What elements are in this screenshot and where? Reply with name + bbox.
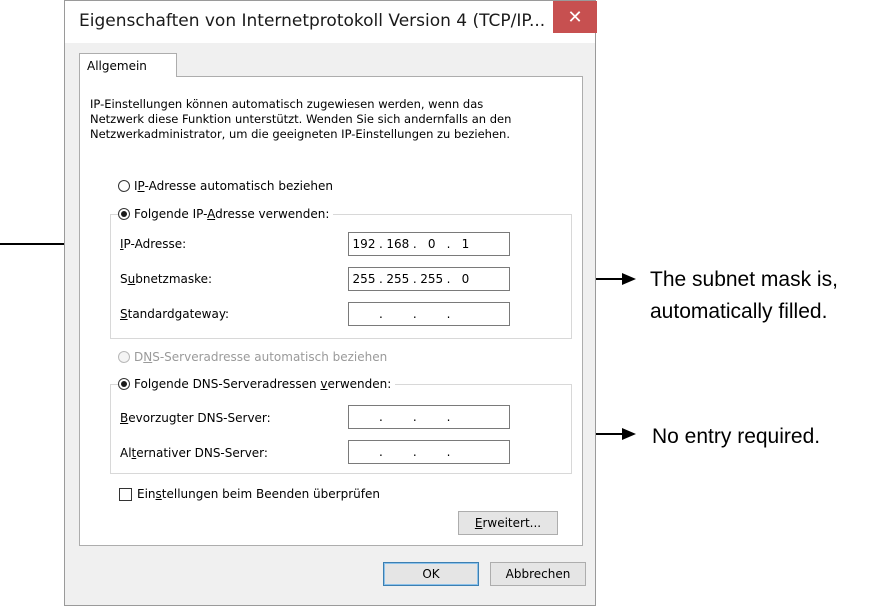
description-line: IP-Einstellungen können automatisch zuge… <box>90 97 484 111</box>
close-icon: ✕ <box>567 6 583 28</box>
alternate-dns-label: Alternativer DNS-Server: <box>120 446 268 460</box>
validate-on-exit-checkbox-row[interactable]: Einstellungen beim Beenden überprüfen <box>119 487 380 501</box>
radio-dns-automatic[interactable]: DNS-Serveradresse automatisch beziehen <box>118 350 392 364</box>
default-gateway-input[interactable]: . . . <box>348 302 510 326</box>
radio-dns-automatic-label: DNS-Serveradresse automatisch beziehen <box>134 350 388 364</box>
description-line: Netzwerk diese Funktion unterstützt. Wen… <box>90 112 512 126</box>
radio-ip-manual[interactable]: Folgende IP-Adresse verwenden: <box>118 207 334 221</box>
close-button[interactable]: ✕ <box>553 1 597 33</box>
preferred-dns-input[interactable]: . . . <box>348 405 510 429</box>
window-title: Eigenschaften von Internetprotokoll Vers… <box>79 11 546 31</box>
dns-note: No entry required. <box>652 425 821 448</box>
tab-general[interactable]: Allgemein <box>79 53 177 77</box>
default-gateway-label: Standardgateway: <box>120 307 230 321</box>
subnet-note-arrowhead <box>622 273 636 285</box>
radio-dns-automatic-circle[interactable] <box>118 351 130 363</box>
alternate-dns-input[interactable]: . . . <box>348 440 510 464</box>
dns-note-arrowhead <box>622 428 636 440</box>
radio-ip-manual-circle[interactable] <box>118 208 130 220</box>
subnet-mask-label: Subnetzmaske: <box>120 272 213 286</box>
subnet-note-line2: automatically filled. <box>650 300 828 323</box>
subnet-mask-input[interactable]: 255. 255. 255. 0 <box>348 267 510 291</box>
radio-ip-automatic[interactable]: IP-Adresse automatisch beziehen <box>118 179 337 193</box>
description-text: IP-Einstellungen können automatisch zuge… <box>90 97 570 142</box>
radio-dns-manual[interactable]: Folgende DNS-Serveradressen verwenden: <box>118 377 396 391</box>
description-line: Netzwerkadministrator, um die geeigneten… <box>90 127 510 141</box>
radio-ip-automatic-label: IP-Adresse automatisch beziehen <box>134 179 333 193</box>
ip-address-label: IP-Adresse: <box>120 237 187 251</box>
general-tab-panel: IP-Einstellungen können automatisch zuge… <box>79 76 583 546</box>
ipv4-properties-dialog: Eigenschaften von Internetprotokoll Vers… <box>64 0 597 606</box>
title-bar[interactable]: Eigenschaften von Internetprotokoll Vers… <box>65 1 597 43</box>
cancel-button[interactable]: Abbrechen <box>490 562 586 586</box>
radio-ip-manual-label: Folgende IP-Adresse verwenden: <box>134 207 330 221</box>
radio-ip-automatic-circle[interactable] <box>118 180 130 192</box>
ip-address-input[interactable]: 192. 168. 0. 1 <box>348 232 510 256</box>
validate-on-exit-checkbox[interactable] <box>119 487 132 501</box>
ok-button[interactable]: OK <box>383 562 479 586</box>
validate-on-exit-label: Einstellungen beim Beenden überprüfen <box>137 487 380 501</box>
advanced-button[interactable]: Erweitert... <box>458 511 558 535</box>
radio-dns-manual-circle[interactable] <box>118 378 130 390</box>
subnet-note-line1: The subnet mask is, <box>650 268 838 291</box>
preferred-dns-label: Bevorzugter DNS-Server: <box>120 411 271 425</box>
radio-dns-manual-label: Folgende DNS-Serveradressen verwenden: <box>134 377 392 391</box>
